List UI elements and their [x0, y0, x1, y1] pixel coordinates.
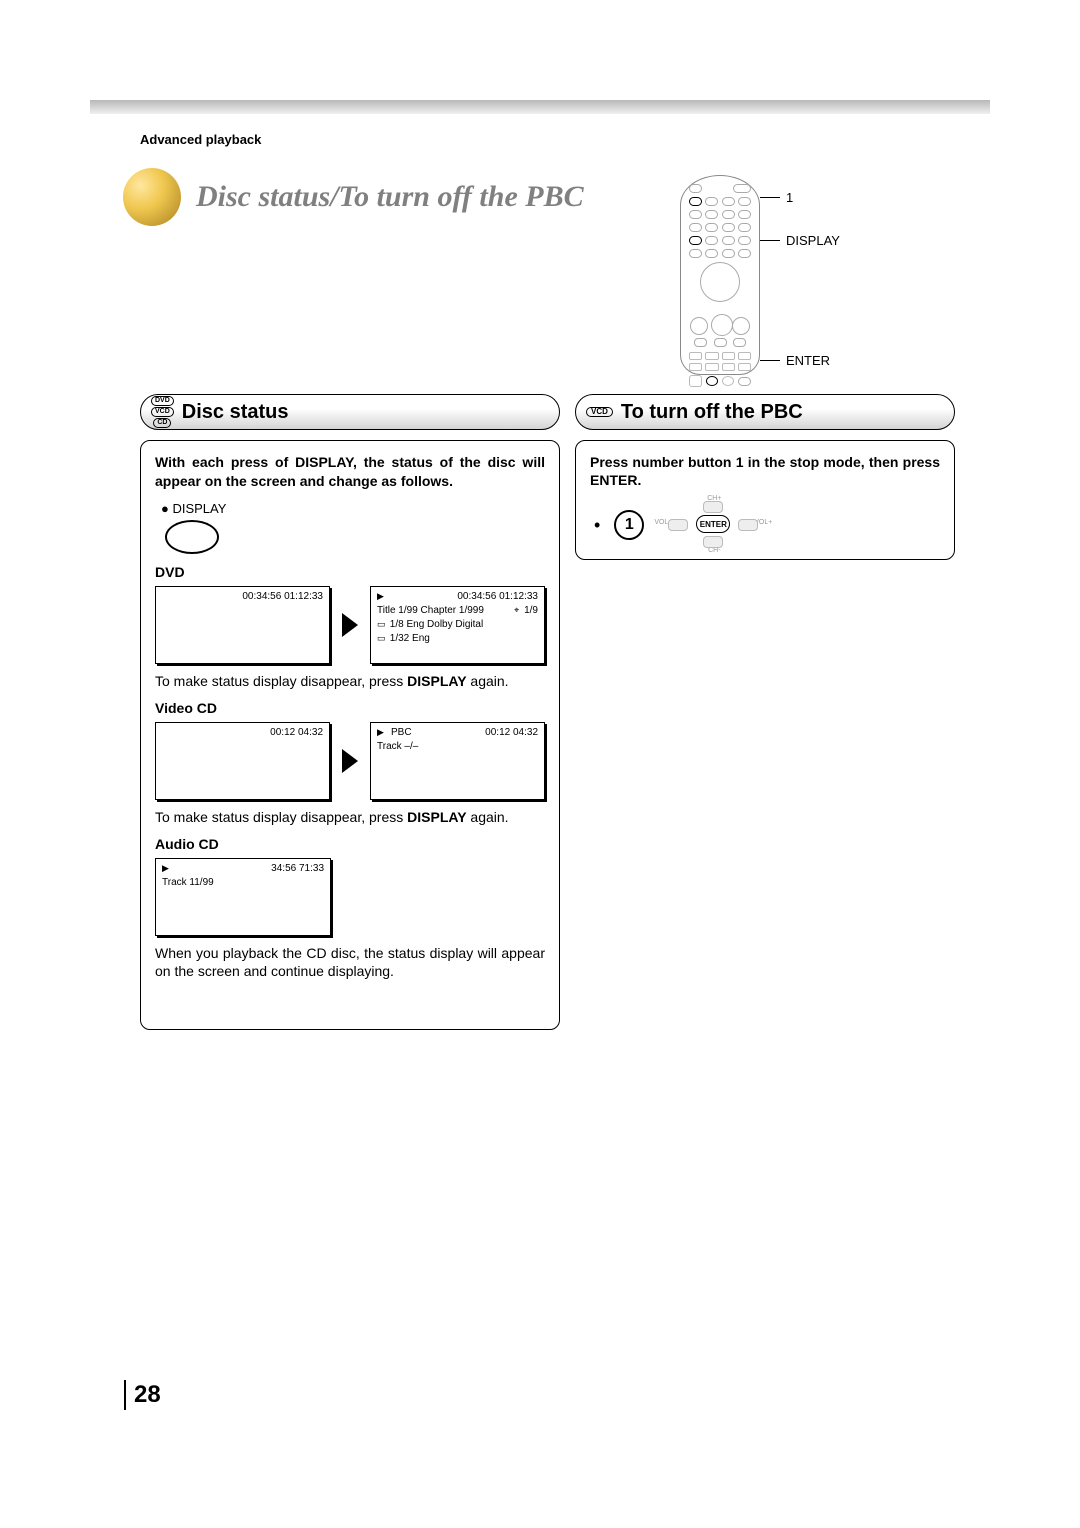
- track-text: Track 11/99: [162, 877, 214, 888]
- arrow-icon: [342, 613, 358, 637]
- play-icon: [377, 727, 384, 738]
- play-icon: [377, 591, 384, 602]
- dvd-status-shot-2: 00:34:56 01:12:33 Title 1/99 Chapter 1/9…: [370, 586, 545, 664]
- disc-status-header: DVD VCD CD Disc status: [140, 394, 560, 430]
- disc-status-panel: With each press of DISPLAY, the status o…: [140, 440, 560, 1030]
- badge-cd: CD: [153, 418, 171, 428]
- vcd-note: To make status display disappear, press …: [155, 808, 545, 826]
- callout-enter: ENTER: [786, 353, 830, 368]
- remote-enter-icon: [706, 376, 718, 386]
- callout-line: [760, 240, 780, 241]
- section-label: Advanced playback: [140, 132, 261, 147]
- disc-status-heading: Disc status: [182, 401, 289, 424]
- vcd-status-shot-1: 00:12 04:32: [155, 722, 330, 800]
- callout-line: [760, 360, 780, 361]
- pbc-off-header: VCD To turn off the PBC: [575, 394, 955, 430]
- dvd-label: DVD: [155, 564, 545, 580]
- pbc-intro: Press number button 1 in the stop mode, …: [590, 453, 940, 489]
- badge-dvd: DVD: [151, 396, 174, 406]
- audiocd-note: When you playback the CD disc, the statu…: [155, 944, 545, 980]
- vcd-label: Video CD: [155, 700, 545, 716]
- arrow-icon: [342, 749, 358, 773]
- decorative-sphere: [123, 168, 181, 226]
- title-row: Disc status/To turn off the PBC: [123, 168, 584, 226]
- badge-vcd: VCD: [151, 407, 174, 417]
- callout-1: 1: [786, 190, 793, 205]
- angle-icon: ⌖: [514, 605, 524, 616]
- format-badges: DVD VCD CD: [151, 396, 174, 428]
- intro-text: With each press of DISPLAY, the status o…: [155, 453, 545, 491]
- time-text: 00:12 04:32: [270, 727, 323, 738]
- page-title: Disc status/To turn off the PBC: [196, 180, 584, 214]
- vcd-status-shot-2: PBC 00:12 04:32 Track –/–: [370, 722, 545, 800]
- page-number: 28: [124, 1380, 161, 1410]
- track-text: Track –/–: [377, 741, 418, 752]
- dpad-enter-icon: ENTER: [696, 515, 730, 533]
- number-1-button-icon: 1: [614, 510, 644, 540]
- display-bullet: ● DISPLAY: [161, 501, 545, 516]
- remote-illustration: [680, 175, 760, 375]
- bullet-icon: •: [594, 522, 600, 528]
- dvd-status-shot-1: 00:34:56 01:12:33: [155, 586, 330, 664]
- pbc-off-panel: Press number button 1 in the stop mode, …: [575, 440, 955, 560]
- audiocd-status-shot: 34:56 71:33 Track 11/99: [155, 858, 331, 936]
- time-text: 00:12 04:32: [485, 727, 538, 738]
- audio-icon: ▭: [377, 619, 387, 630]
- time-text: 34:56 71:33: [271, 863, 324, 874]
- header-band: [90, 100, 990, 114]
- time-text: 00:34:56 01:12:33: [242, 591, 323, 602]
- dpad-down-label: CH-: [704, 547, 724, 554]
- audiocd-label: Audio CD: [155, 836, 545, 852]
- time-text: 00:34:56 01:12:33: [457, 591, 538, 602]
- display-button-icon: [165, 520, 219, 554]
- subtitle-icon: ▭: [377, 633, 387, 644]
- callout-line: [760, 197, 780, 198]
- dpad-illustration: CH+ CH- VOL- VOL+ ENTER: [658, 497, 768, 552]
- play-icon: [162, 863, 169, 874]
- pbc-text: PBC: [391, 727, 412, 738]
- callout-display: DISPLAY: [786, 233, 840, 248]
- badge-vcd: VCD: [586, 407, 613, 417]
- dvd-note: To make status display disappear, press …: [155, 672, 545, 690]
- title-chapter-text: Title 1/99 Chapter 1/999: [377, 605, 484, 616]
- pbc-off-heading: To turn off the PBC: [621, 401, 803, 424]
